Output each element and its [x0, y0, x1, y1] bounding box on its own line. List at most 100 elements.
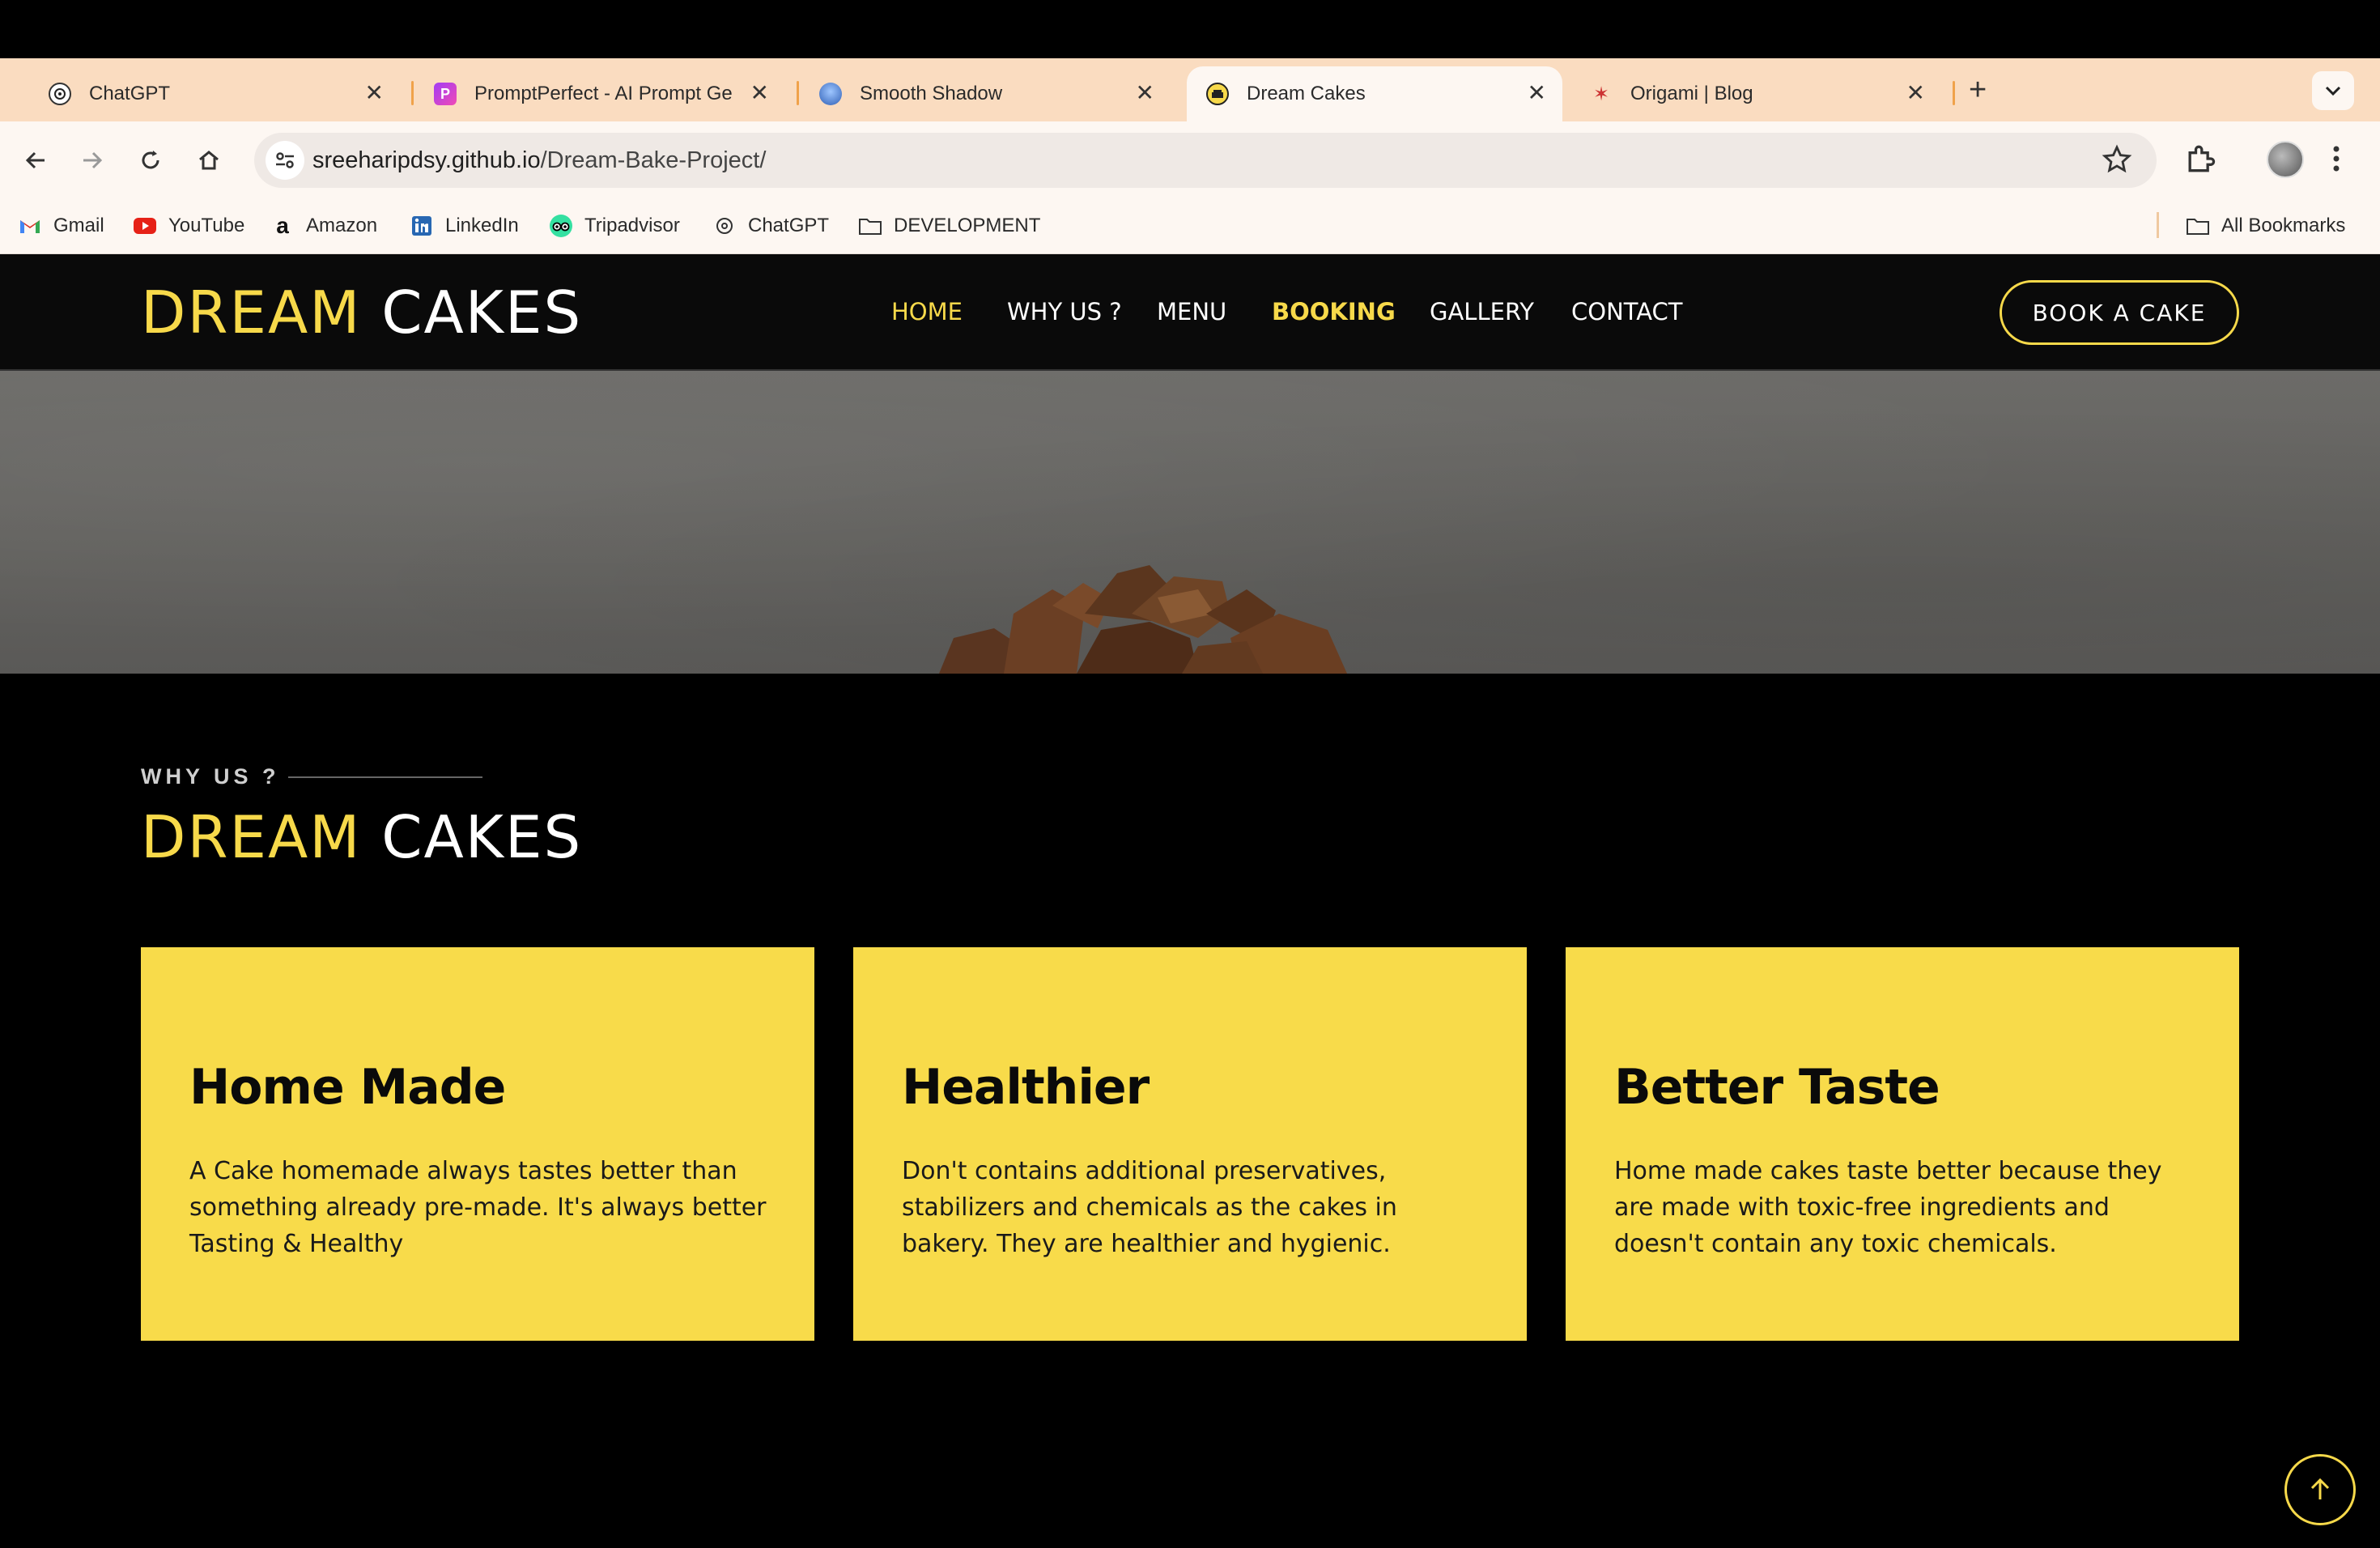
star-icon [2102, 144, 2132, 173]
bookmark-amazon[interactable]: a Amazon [270, 213, 378, 238]
origami-icon: ✶ [1592, 83, 1610, 105]
address-bar[interactable]: sreeharipdsy.github.io/Dream-Bake-Projec… [254, 133, 2157, 188]
tab-separator [797, 81, 799, 105]
bookmark-tripadvisor[interactable]: Tripadvisor [549, 214, 680, 238]
more-vertical-icon [2333, 146, 2340, 172]
home-icon [199, 151, 219, 170]
profile-avatar[interactable] [2267, 141, 2304, 178]
bookmark-gmail[interactable]: Gmail [18, 214, 104, 238]
amazon-icon: a [276, 213, 289, 238]
chevron-down-icon [2325, 86, 2341, 96]
close-icon[interactable]: ✕ [1136, 81, 1154, 105]
reload-button[interactable] [131, 141, 170, 180]
hero-image [0, 371, 2380, 674]
tab-promptperfect[interactable]: P PromptPerfect - AI Prompt Ge ✕ [414, 66, 785, 121]
tab-dream-cakes[interactable]: Dream Cakes ✕ [1187, 66, 1562, 121]
bookmarks-separator [2157, 212, 2159, 238]
browser-toolbar: sreeharipdsy.github.io/Dream-Bake-Projec… [0, 121, 2380, 199]
nav-menu[interactable]: MENU [1157, 298, 1226, 325]
close-icon[interactable]: ✕ [1528, 81, 1546, 105]
back-button[interactable] [16, 141, 55, 180]
nav-contact[interactable]: CONTACT [1571, 298, 1683, 325]
url-text: sreeharipdsy.github.io/Dream-Bake-Projec… [312, 147, 766, 174]
nav-gallery[interactable]: GALLERY [1430, 298, 1534, 325]
promptperfect-icon: P [434, 83, 457, 105]
bookmark-youtube[interactable]: YouTube [133, 214, 244, 238]
tab-title: Smooth Shadow [860, 83, 1003, 104]
bookmark-star-button[interactable] [2102, 144, 2132, 179]
tab-separator [1953, 81, 1955, 105]
site-header: DREAM CAKES HOME WHY US ? MENU BOOKING G… [0, 254, 2380, 371]
arrow-right-icon [83, 151, 103, 169]
close-icon[interactable]: ✕ [365, 81, 384, 105]
all-bookmarks-button[interactable]: All Bookmarks [2186, 214, 2345, 238]
tab-chatgpt[interactable]: ChatGPT ✕ [29, 66, 400, 121]
tab-title: ChatGPT [89, 83, 171, 104]
arrow-up-icon [2310, 1478, 2330, 1499]
title-accent: DREAM [141, 803, 362, 871]
bookmark-label: Tripadvisor [584, 215, 680, 236]
bookmark-label: LinkedIn [445, 215, 519, 236]
home-button[interactable] [189, 141, 228, 180]
title-rest: CAKES [381, 803, 583, 871]
book-a-cake-button[interactable]: BOOK A CAKE [2000, 280, 2239, 345]
card-text: Home made cakes taste better because the… [1614, 1157, 2162, 1258]
tab-origami[interactable]: ✶ Origami | Blog ✕ [1570, 66, 1941, 121]
nav-booking[interactable]: BOOKING [1272, 298, 1396, 325]
bookmark-development[interactable]: DEVELOPMENT [858, 214, 1040, 238]
tab-smooth-shadow[interactable]: Smooth Shadow ✕ [800, 66, 1171, 121]
all-bookmarks-label: All Bookmarks [2221, 215, 2346, 236]
tripadvisor-icon [549, 214, 573, 238]
back-to-top-button[interactable] [2284, 1454, 2356, 1525]
feature-card-better-taste: Better Taste Home made cakes taste bette… [1566, 947, 2239, 1341]
close-icon[interactable]: ✕ [1906, 81, 1925, 105]
puzzle-icon [2188, 145, 2216, 172]
tab-strip: ChatGPT ✕ P PromptPerfect - AI Prompt Ge… [0, 58, 2380, 121]
chatgpt-icon [712, 214, 737, 238]
card-title: Healthier [902, 1059, 1150, 1116]
gmail-icon [18, 214, 42, 238]
tab-title: Dream Cakes [1247, 83, 1366, 104]
card-title: Home Made [189, 1059, 506, 1116]
site-logo[interactable]: DREAM CAKES [141, 279, 582, 347]
bookmark-label: DEVELOPMENT [894, 215, 1041, 236]
section-eyebrow: WHY US ? [141, 764, 280, 789]
nav-why-us[interactable]: WHY US ? [1007, 298, 1122, 325]
tab-search-button[interactable] [2312, 71, 2354, 110]
bookmark-chatgpt[interactable]: ChatGPT [712, 214, 829, 238]
eyebrow-divider [288, 776, 482, 778]
bookmarks-bar: Gmail YouTube a Amazon LinkedIn Tripadvi… [0, 199, 2380, 254]
card-text: A Cake homemade always tastes better tha… [189, 1157, 767, 1258]
feature-card-home-made: Home Made A Cake homemade always tastes … [141, 947, 814, 1341]
tab-title: Origami | Blog [1630, 83, 1753, 104]
card-text: Don't contains additional preservatives,… [902, 1157, 1397, 1258]
nav-home[interactable]: HOME [891, 298, 963, 325]
bookmark-linkedin[interactable]: LinkedIn [410, 214, 519, 238]
browser-menu-button[interactable] [2331, 141, 2341, 181]
reload-icon [142, 151, 159, 169]
feature-card-healthier: Healthier Don't contains additional pres… [853, 947, 1527, 1341]
url-host: sreeharipdsy.github.io [312, 147, 541, 173]
section-title: DREAM CAKES [141, 803, 582, 871]
new-tab-button[interactable]: + [1969, 70, 1987, 110]
site-info-button[interactable] [266, 141, 304, 180]
bookmark-label: ChatGPT [748, 215, 830, 236]
logo-accent: DREAM [141, 279, 362, 347]
tab-separator [411, 81, 414, 105]
bookmark-label: Amazon [306, 215, 378, 236]
card-title: Better Taste [1614, 1059, 1940, 1116]
folder-icon [858, 214, 882, 238]
extensions-button[interactable] [2182, 141, 2218, 181]
dream-cakes-icon [1206, 83, 1229, 105]
screen-top-bar [0, 0, 2380, 58]
smooth-shadow-icon [819, 83, 842, 105]
bookmark-label: YouTube [168, 215, 245, 236]
tune-icon [276, 152, 294, 168]
url-path: /Dream-Bake-Project/ [540, 147, 767, 173]
forward-button[interactable] [73, 141, 112, 180]
chatgpt-icon [49, 83, 71, 105]
linkedin-icon [410, 214, 434, 238]
youtube-icon [133, 214, 157, 238]
close-icon[interactable]: ✕ [750, 81, 769, 105]
folder-icon [2186, 214, 2210, 238]
